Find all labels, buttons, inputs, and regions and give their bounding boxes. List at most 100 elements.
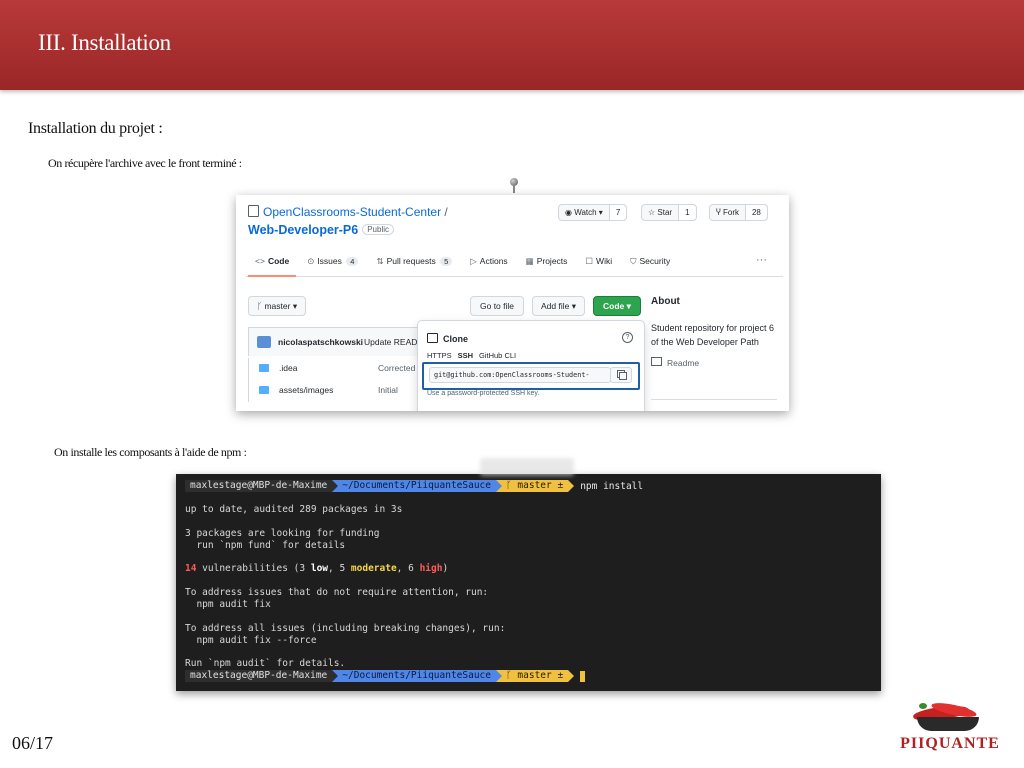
clone-popover: Clone ? HTTPS SSH GitHub CLI git@github.co… <box>417 320 645 411</box>
code-button[interactable]: Code ▾ <box>593 296 641 316</box>
repo-name-link[interactable]: Web-Developer-P6 <box>248 223 358 237</box>
play-icon: ▷ <box>470 256 477 266</box>
branch-selector[interactable]: ᚴ master ▾ <box>248 296 307 316</box>
tab-label: Pull requests <box>386 256 436 266</box>
piiquante-logo: PIIQUANTE <box>895 700 1005 758</box>
help-icon[interactable]: ? <box>622 332 633 343</box>
watch-button[interactable]: ◉ Watch ▾ 7 <box>558 204 628 221</box>
shield-icon: ⛉ <box>630 256 637 266</box>
star-icon: ☆ <box>648 208 658 217</box>
about-description: Student repository for project 6 of the … <box>651 323 775 347</box>
git-branch-icon: ᚴ <box>506 480 518 491</box>
file-commit-message[interactable]: Initial <box>378 385 398 395</box>
repo-owner-line: OpenClassrooms-Student-Center / <box>248 205 448 219</box>
issue-icon: ⊙ <box>307 256 315 266</box>
file-row[interactable]: .idea Corrected <box>248 358 419 380</box>
clone-tab-https[interactable]: HTTPS <box>427 351 452 360</box>
terminal-line: run `npm fund` for details <box>185 540 346 551</box>
page-number: 06/17 <box>12 733 54 753</box>
prompt-user: maxlestage@MBP-de-Maxime <box>185 670 333 682</box>
folder-icon <box>259 364 269 372</box>
vuln-low: low <box>310 563 329 574</box>
vuln-text: ) <box>442 563 449 574</box>
terminal-line: npm audit fix --force <box>185 635 317 646</box>
fork-label: Fork <box>722 208 739 217</box>
tab-label: Security <box>639 256 671 266</box>
vuln-text: , 5 <box>328 563 351 574</box>
prompt-branch: ᚴ master ± <box>496 480 569 492</box>
table-icon: ▦ <box>525 256 534 266</box>
tab-label: Actions <box>479 256 508 266</box>
book-icon: ☐ <box>585 256 594 266</box>
repo-name-line: Web-Developer-P6 Public <box>248 223 395 237</box>
tab-issues[interactable]: ⊙ Issues 4 <box>298 252 367 276</box>
star-label: Star <box>657 208 673 217</box>
tab-code[interactable]: <> Code <box>246 252 298 277</box>
terminal-line: npm audit fix <box>185 599 271 610</box>
pull-request-icon: ⇅ <box>376 256 384 266</box>
watch-label: Watch <box>574 208 597 217</box>
terminal-window: maxlestage@MBP-de-Maxime ~/Documents/Piiq… <box>176 458 881 691</box>
terminal-line: To address issues that do not require at… <box>185 587 489 598</box>
step-2-text: On installe les composants à l'aide de n… <box>54 445 247 459</box>
commit-message[interactable]: Update READ <box>364 337 417 347</box>
prompt-user: maxlestage@MBP-de-Maxime <box>185 480 333 492</box>
terminal-cursor <box>580 670 586 682</box>
terminal-line: 3 packages are looking for funding <box>185 528 380 539</box>
tab-wiki[interactable]: ☐ Wiki <box>576 252 621 276</box>
clone-tabs: HTTPS SSH GitHub CLI <box>427 351 522 364</box>
star-button[interactable]: ☆ Star 1 <box>641 204 697 221</box>
clone-title: Clone <box>443 334 469 344</box>
prompt-branch: ᚴ master ± <box>496 670 569 682</box>
prompt-arrow <box>568 480 575 492</box>
github-screenshot: OpenClassrooms-Student-Center / Web-Deve… <box>236 195 789 411</box>
terminal-command: npm install <box>580 480 644 492</box>
clone-tab-cli[interactable]: GitHub CLI <box>479 351 516 360</box>
more-options-icon[interactable]: ··· <box>756 254 767 266</box>
step-1-text: On récupère l'archive avec le front term… <box>48 156 242 170</box>
repo-separator: / <box>444 205 448 219</box>
add-file-button[interactable]: Add file ▾ <box>532 296 585 316</box>
tab-pull-requests[interactable]: ⇅ Pull requests 5 <box>367 252 461 276</box>
file-name[interactable]: assets/images <box>279 385 333 395</box>
vuln-count: 14 <box>185 563 197 574</box>
latest-commit-row: nicolaspatschkowski Update READ <box>248 327 420 356</box>
tab-projects[interactable]: ▦ Projects <box>517 252 577 276</box>
tab-label: Issues <box>317 256 342 266</box>
vuln-high: high <box>419 563 443 574</box>
go-to-file-button[interactable]: Go to file <box>470 296 525 316</box>
code-icon: <> <box>255 256 265 266</box>
repo-owner-link[interactable]: OpenClassrooms-Student-Center <box>263 205 441 219</box>
readme-link[interactable]: Readme <box>651 357 779 368</box>
branch-name: master <box>264 301 291 311</box>
commit-author[interactable]: nicolaspatschkowski <box>278 337 363 347</box>
terminal-prompt: maxlestage@MBP-de-Maxime ~/Documents/Piiq… <box>185 480 643 492</box>
tab-label: Wiki <box>596 256 613 266</box>
terminal-line: up to date, audited 289 packages in 3s <box>185 504 403 515</box>
copy-icon[interactable] <box>610 367 632 383</box>
file-commit-message[interactable]: Corrected <box>378 363 415 373</box>
tab-actions[interactable]: ▷ Actions <box>461 252 516 276</box>
pull-requests-count: 5 <box>440 257 453 266</box>
file-row[interactable]: assets/images Initial <box>248 380 419 402</box>
repo-icon <box>248 205 259 217</box>
file-name[interactable]: .idea <box>279 363 297 373</box>
repo-tabs: <> Code ⊙ Issues 4 ⇅ Pull requests 5 ▷ Actio… <box>246 252 783 277</box>
tab-label: Projects <box>536 256 568 266</box>
about-panel: About Student repository for project 6 o… <box>651 296 779 368</box>
readme-label: Readme <box>667 358 700 368</box>
fork-button[interactable]: Ⴤ Fork 28 <box>709 204 768 221</box>
prompt-path: ~/Documents/PiiquanteSauce <box>332 480 496 492</box>
pepper-stem <box>919 703 927 709</box>
divider <box>651 399 777 400</box>
prompt-path: ~/Documents/PiiquanteSauce <box>332 670 496 682</box>
star-count: 1 <box>679 205 696 220</box>
ssh-hint: Use a password-protected SSH key. <box>427 390 540 397</box>
prompt-branch-label: master ± <box>517 670 564 681</box>
bowl-icon <box>917 717 979 731</box>
tab-security[interactable]: ⛉ Security <box>621 252 679 276</box>
brand-name: PIIQUANTE <box>900 735 1000 752</box>
clone-url-input[interactable]: git@github.com:OpenClassrooms-Student- <box>429 367 611 383</box>
terminal-line: To address all issues (including breakin… <box>185 623 506 634</box>
book-icon <box>651 357 662 366</box>
